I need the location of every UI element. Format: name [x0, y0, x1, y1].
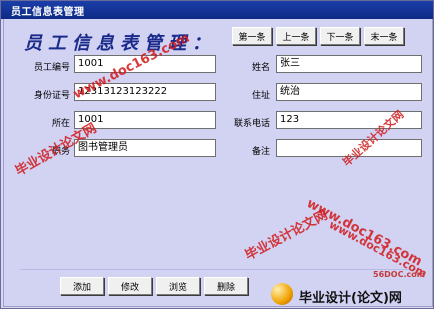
site-brand: 56DOC.com 毕业设计(论文)网 — [261, 270, 431, 306]
app-window: 员工信息表管理 员工信息表管理： 第一条 上一条 下一条 末一条 员工编号 10… — [0, 0, 434, 309]
next-record-button[interactable]: 下一条 — [320, 27, 360, 45]
field3-label: 所在 — [51, 119, 70, 129]
site-url: 56DOC.com — [373, 270, 426, 279]
record-navigation: 第一条 上一条 下一条 末一条 — [232, 27, 404, 47]
phone-label: 联系电话 — [233, 119, 270, 129]
main-panel: 员工信息表管理： 第一条 上一条 下一条 末一条 员工编号 1001 姓名 张三… — [3, 19, 433, 307]
brand-logo-icon — [271, 283, 293, 305]
add-button[interactable]: 添加 — [60, 277, 104, 295]
name-label: 姓名 — [251, 63, 270, 73]
prev-record-button[interactable]: 上一条 — [276, 27, 316, 45]
address-label: 住址 — [251, 91, 270, 101]
note-label: 备注 — [251, 147, 270, 157]
name-field[interactable]: 张三 — [276, 55, 422, 73]
employee-id-label: 员工编号 — [33, 63, 70, 73]
browse-button[interactable]: 浏览 — [156, 277, 200, 295]
address-field[interactable]: 统治 — [276, 83, 422, 101]
brand-name: 毕业设计(论文)网 — [299, 291, 402, 306]
id-number-label: 身份证号 — [33, 91, 70, 101]
title-bar: 员工信息表管理 — [1, 1, 433, 19]
first-record-button[interactable]: 第一条 — [232, 27, 272, 45]
edit-button[interactable]: 修改 — [108, 277, 152, 295]
last-record-button[interactable]: 末一条 — [364, 27, 404, 45]
window-title: 员工信息表管理 — [11, 7, 85, 18]
position-field[interactable]: 图书管理员 — [74, 139, 216, 157]
delete-button[interactable]: 删除 — [204, 277, 248, 295]
divider — [20, 269, 416, 270]
